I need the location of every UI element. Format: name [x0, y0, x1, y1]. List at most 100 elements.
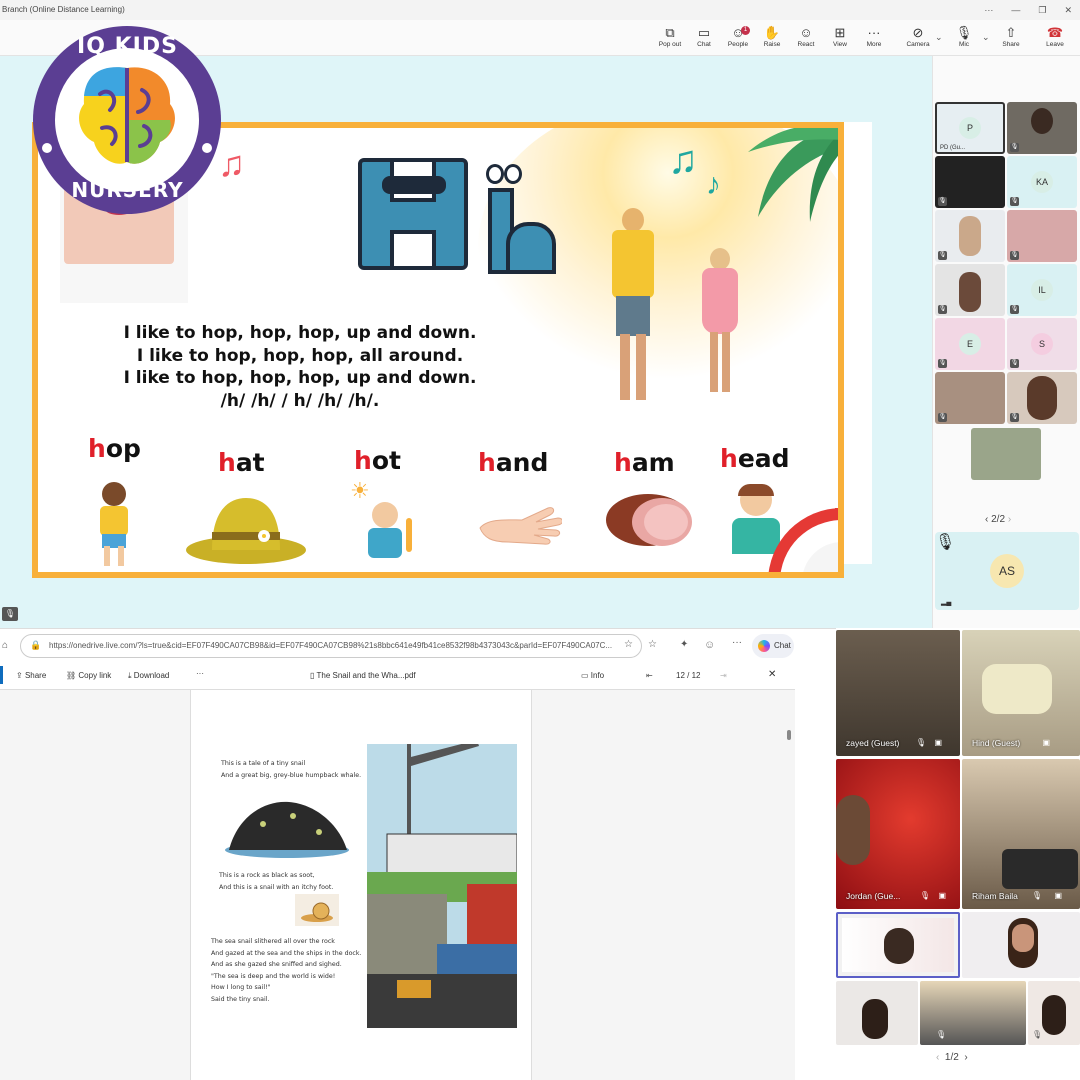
last-page-icon[interactable]: ⇥	[720, 671, 727, 680]
participant-tile-ka[interactable]: KA 🎙	[1007, 156, 1077, 208]
video-tile-jordan[interactable]: Jordan (Gue... 🎙 ▣	[836, 759, 960, 909]
video-tile-riham[interactable]: Riham Baila 🎙 ▣	[962, 759, 1080, 909]
copilot-icon	[758, 640, 770, 652]
participant-video-tile[interactable]: 🎙	[1007, 102, 1077, 154]
participant-video-tile[interactable]: 🎙	[935, 156, 1005, 208]
camera-button[interactable]: ⊘ Camera	[901, 24, 935, 48]
chevron-right-icon[interactable]: ›	[964, 1052, 967, 1063]
video-tile[interactable]: 🎙	[920, 981, 1026, 1045]
people-badge: 1	[741, 26, 750, 35]
video-pager[interactable]: ‹ 1/2 ›	[936, 1052, 968, 1063]
chevron-left-icon[interactable]: ‹	[936, 1052, 939, 1063]
hopping-boy-image	[608, 208, 658, 418]
more-icon: ···	[867, 25, 881, 40]
mic-options-chevron-icon[interactable]: ⌄	[982, 32, 990, 43]
address-bar[interactable]: https://onedrive.live.com/?ls=true&cid=E…	[20, 634, 642, 658]
word-ham: ham	[614, 448, 675, 477]
info-button[interactable]: ▭ Info	[581, 671, 604, 680]
participant-name: PD (Gu...	[940, 145, 966, 151]
participant-video-tile[interactable]: 🎙	[1007, 210, 1077, 262]
mic-off-icon: 🎙	[936, 1030, 947, 1039]
share-icon: ⇧	[1005, 25, 1017, 40]
download-button[interactable]: ⤓ Download	[128, 671, 169, 681]
video-tile-speaker[interactable]	[836, 912, 960, 978]
collections-icon[interactable]: ✦	[680, 639, 688, 650]
leave-icon: ☎	[1046, 25, 1064, 40]
lowercase-h-letter	[486, 164, 558, 274]
favorites-icon[interactable]: ☆	[648, 639, 657, 650]
camera-options-chevron-icon[interactable]: ⌄	[935, 32, 943, 43]
avatar: E	[959, 333, 981, 355]
screen-share-icon: ▣	[1054, 891, 1062, 900]
chevron-right-icon[interactable]: ›	[1008, 514, 1011, 525]
video-tile-student[interactable]	[962, 912, 1080, 978]
pdf-page: This is a tale of a tiny snail And a gre…	[190, 690, 532, 1080]
word-hat: hat	[218, 448, 265, 477]
participant-video-tile[interactable]: 🎙	[935, 372, 1005, 424]
lifebuoy-image	[768, 508, 838, 572]
video-tile[interactable]	[836, 981, 918, 1045]
people-button[interactable]: ☺ People 1	[721, 24, 755, 48]
hot-boy-image: ☀	[350, 478, 420, 562]
minimize-icon[interactable]: —	[1011, 5, 1020, 15]
participant-video-tile[interactable]: 🎙	[935, 210, 1005, 262]
pop-out-button[interactable]: ⧉ Pop out	[653, 24, 687, 48]
mic-off-icon: 🎙	[938, 413, 947, 422]
window-title-bar: Branch (Online Distance Learning)	[0, 0, 1080, 20]
people-icon: ☺	[731, 25, 745, 40]
share-button[interactable]: ⇪ Share	[16, 671, 46, 680]
participant-video-tile[interactable]	[971, 428, 1041, 480]
participant-tile-pd[interactable]: P PD (Gu...	[935, 102, 1005, 154]
ham-image	[606, 494, 692, 546]
page-indicator[interactable]: 12 / 12	[676, 671, 700, 680]
participant-video-tile[interactable]: 🎙	[1007, 372, 1077, 424]
bookmark-icon[interactable]: ☆	[624, 639, 633, 650]
participant-tile-s[interactable]: S 🎙	[1007, 318, 1077, 370]
poem-stanza-2: This is a rock as black as soot, And thi…	[219, 872, 334, 891]
mic-button[interactable]: 🎙 Mic	[947, 24, 981, 48]
participant-video-tile[interactable]: 🎙	[935, 264, 1005, 316]
video-tile-zayed[interactable]: zayed (Guest) 🎙 ▣	[836, 630, 960, 756]
home-icon[interactable]: ⌂	[2, 640, 8, 651]
more-button[interactable]: ··· More	[857, 24, 891, 48]
raise-hand-button[interactable]: ✋ Raise	[755, 24, 789, 48]
participants-pager[interactable]: ‹ 2/2 ›	[985, 514, 1011, 525]
mic-off-icon: 🎙	[919, 891, 930, 900]
mic-off-icon: 🎙	[1010, 143, 1019, 152]
participant-tile-e[interactable]: E 🎙	[935, 318, 1005, 370]
profile-icon[interactable]: ☺	[704, 639, 715, 651]
pdf-toolbar: ⇪ Share ⛓ Copy link ⤓ Download ··· ▯ The…	[0, 662, 795, 690]
file-name: ▯ The Snail and the Wha...pdf	[310, 671, 416, 680]
mic-off-icon: 🎙	[938, 197, 947, 206]
video-tile-hind[interactable]: Hind (Guest) ▣	[962, 630, 1080, 756]
browser-menu-icon[interactable]: ···	[732, 637, 742, 648]
more-options-button[interactable]: ···	[196, 669, 204, 678]
share-button[interactable]: ⇧ Share	[994, 24, 1028, 48]
self-view-tile[interactable]: AS ▂▄ 🎙	[935, 532, 1079, 610]
music-notes-icon: ♫	[668, 138, 698, 182]
word-head: head	[720, 444, 790, 473]
presenter-mic-off-icon: 🎙	[2, 607, 18, 621]
copilot-chat-button[interactable]: Chat	[752, 634, 794, 658]
first-page-icon[interactable]: ⇤	[646, 671, 653, 680]
mic-off-icon: 🎙	[938, 251, 947, 260]
window-more-icon[interactable]: ···	[984, 5, 993, 15]
link-icon: ⛓	[66, 671, 79, 680]
mic-off-icon: 🎙	[938, 305, 947, 314]
chat-button[interactable]: ▭ Chat	[687, 24, 721, 48]
close-window-icon[interactable]: ✕	[1064, 5, 1072, 16]
leave-button[interactable]: ☎ Leave	[1038, 24, 1072, 48]
pdf-scrollbar-thumb[interactable]	[787, 730, 791, 740]
copy-link-button[interactable]: ⛓ Copy link	[66, 671, 111, 680]
url-text: https://onedrive.live.com/?ls=true&cid=E…	[49, 641, 613, 650]
chevron-left-icon[interactable]: ‹	[985, 514, 988, 525]
close-viewer-icon[interactable]: ✕	[768, 669, 776, 680]
video-grid: zayed (Guest) 🎙 ▣ Hind (Guest) ▣ Jordan …	[836, 628, 1080, 1080]
participant-tile-il[interactable]: IL 🎙	[1007, 264, 1077, 316]
signal-icon: ▂▄	[941, 599, 952, 606]
mic-off-icon: 🎙	[915, 738, 926, 747]
video-tile[interactable]: 🎙	[1028, 981, 1080, 1045]
restore-icon[interactable]: ❐	[1038, 5, 1046, 16]
view-button[interactable]: ⊞ View	[823, 24, 857, 48]
react-button[interactable]: ☺ React	[789, 24, 823, 48]
